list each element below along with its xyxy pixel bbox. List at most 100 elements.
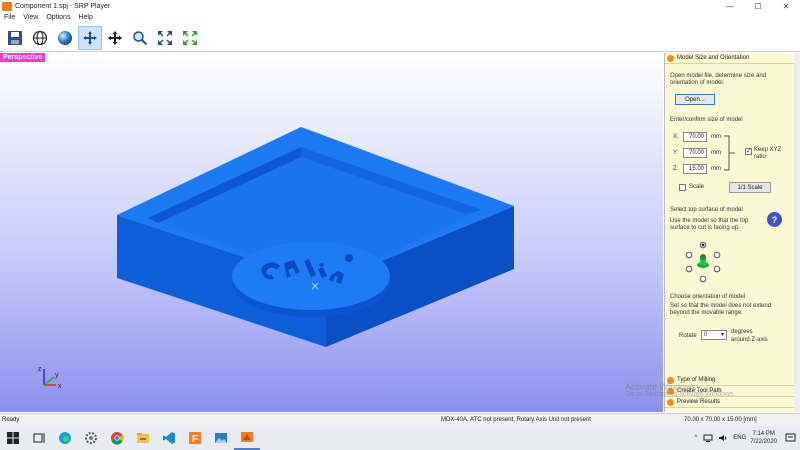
orientation-selector[interactable] [681, 241, 725, 285]
task-view-icon [33, 433, 45, 443]
file-explorer-icon [137, 433, 149, 443]
scale-label: Scale [689, 184, 705, 190]
foxit-taskbar-button[interactable]: F [182, 426, 208, 450]
fit-view-button[interactable] [153, 26, 177, 50]
3d-viewport[interactable]: Perspective z x y [0, 53, 663, 412]
menu-help[interactable]: Help [74, 14, 96, 21]
y-unit: mm [711, 150, 721, 156]
z-label: Z: [673, 166, 679, 172]
keep-ratio-label: Keep XYZ ratio [754, 147, 782, 160]
render-button[interactable] [53, 26, 77, 50]
y-label: Y: [673, 150, 679, 156]
minimize-button[interactable]: — [716, 0, 744, 12]
chevron-down-icon: ▾ [720, 332, 724, 338]
face-right-back-radio[interactable] [713, 251, 721, 259]
window-title: Component 1.spj - SRP Player [15, 2, 111, 10]
task-view-button[interactable] [26, 426, 52, 450]
maximize-button[interactable]: ☐ [744, 0, 772, 12]
x-size-field[interactable]: 70.00 [683, 132, 707, 142]
chrome-icon [111, 432, 124, 445]
volume-icon[interactable] [718, 434, 728, 442]
rotate-select-value: 0 [704, 332, 708, 338]
zoom-button[interactable] [128, 26, 152, 50]
status-bar: Ready MDX-40A, ATC not present, Rotary A… [0, 413, 800, 426]
3d-model [117, 127, 514, 347]
section-bullet-icon [667, 398, 674, 406]
z-unit: mm [711, 166, 721, 172]
axis-z-label: z [38, 366, 42, 373]
rotate-label: Rotate [679, 333, 697, 339]
window-controls: — ☐ ✕ [716, 0, 800, 12]
pan-view-button[interactable] [78, 25, 102, 50]
face-left-back-radio[interactable] [685, 251, 693, 259]
photos-icon [215, 433, 227, 443]
activate-windows-watermark: Activate Windows Go to Settings to activ… [625, 383, 736, 399]
face-right-front-radio[interactable] [713, 265, 721, 273]
start-button[interactable] [0, 426, 26, 450]
move-button[interactable] [103, 26, 127, 50]
model-hole [345, 254, 353, 262]
srp-player-taskbar-button[interactable] [234, 426, 260, 450]
title-bar: Component 1.spj - SRP Player — ☐ ✕ [0, 0, 800, 12]
rotate-unit-axis: around Z-axis [731, 337, 768, 343]
axis-y-label: y [55, 372, 59, 379]
settings-panel: Model Size and Orientation Open model fi… [664, 53, 800, 412]
orientation-title: Choose orientation of model [670, 294, 746, 300]
x-unit: mm [711, 134, 721, 140]
watermark-line2: Go to Settings to activate Windows. [625, 391, 736, 398]
svg-text:F: F [192, 434, 198, 445]
fit-selection-button[interactable] [178, 26, 202, 50]
globe-icon [32, 30, 48, 45]
tray-overflow-button[interactable]: ^ [694, 435, 697, 441]
clock-time: 7:14 PM [752, 431, 775, 437]
orientation-description: Set so that the model does not extend be… [670, 303, 772, 316]
vscode-taskbar-button[interactable] [156, 426, 182, 450]
windows-start-icon [7, 432, 19, 444]
scale-checkbox[interactable] [679, 184, 686, 191]
x-label: X: [673, 134, 679, 140]
ratio-bracket-icon [724, 135, 735, 171]
globe-button[interactable] [28, 26, 52, 50]
section-model-size-header[interactable]: Model Size and Orientation [665, 53, 800, 64]
one-to-one-scale-button[interactable]: 1/1 Scale [729, 182, 771, 193]
settings-icon [85, 432, 97, 444]
open-button[interactable]: Open... [675, 94, 715, 105]
sphere-render-icon [58, 30, 72, 45]
face-left-front-radio[interactable] [685, 265, 693, 273]
menu-file[interactable]: File [0, 14, 19, 21]
watermark-line1: Activate Windows [625, 382, 697, 392]
help-icon[interactable]: ? [767, 212, 782, 227]
rotate-unit-degrees: degrees [731, 329, 753, 335]
y-size-field[interactable]: 70.00 [683, 148, 707, 158]
face-top-radio-dot [701, 243, 705, 247]
face-bottom-radio[interactable] [699, 275, 707, 283]
photos-taskbar-button[interactable] [208, 426, 234, 450]
rotate-select[interactable]: 0 ▾ [701, 330, 727, 340]
file-explorer-taskbar-button[interactable] [130, 426, 156, 450]
fit-view-icon [158, 30, 172, 45]
move-icon [108, 30, 122, 45]
panel-scrollbar[interactable] [794, 53, 800, 412]
edge-taskbar-button[interactable] [52, 426, 78, 450]
menu-view[interactable]: View [19, 14, 42, 21]
axis-x-label: x [58, 383, 62, 390]
axis-gizmo: z x y [38, 366, 62, 390]
clock-date: 7/22/2020 [750, 439, 777, 445]
notifications-icon[interactable] [785, 433, 796, 443]
section-bullet-icon [667, 54, 674, 62]
save-button[interactable] [3, 26, 27, 50]
close-button[interactable]: ✕ [772, 0, 800, 12]
language-indicator[interactable]: ENG [733, 435, 746, 441]
menu-options[interactable]: Options [42, 14, 74, 21]
top-surface-title: Select top surface of model [670, 207, 743, 213]
keep-ratio-checkbox[interactable] [745, 147, 752, 155]
menu-bar: File View Options Help [0, 12, 800, 23]
settings-taskbar-button[interactable] [78, 426, 104, 450]
clock[interactable]: 7:14 PM 7/22/2020 [750, 430, 777, 446]
top-surface-description: Use the model so that the top surface to… [670, 218, 749, 231]
network-icon[interactable] [703, 434, 713, 442]
taskbar: F ^ ENG 7:14 PM 7/22/2020 [0, 426, 800, 450]
chrome-taskbar-button[interactable] [104, 426, 130, 450]
section-model-size-title: Model Size and Orientation [677, 55, 750, 61]
z-size-field[interactable]: 15.00 [683, 164, 707, 174]
